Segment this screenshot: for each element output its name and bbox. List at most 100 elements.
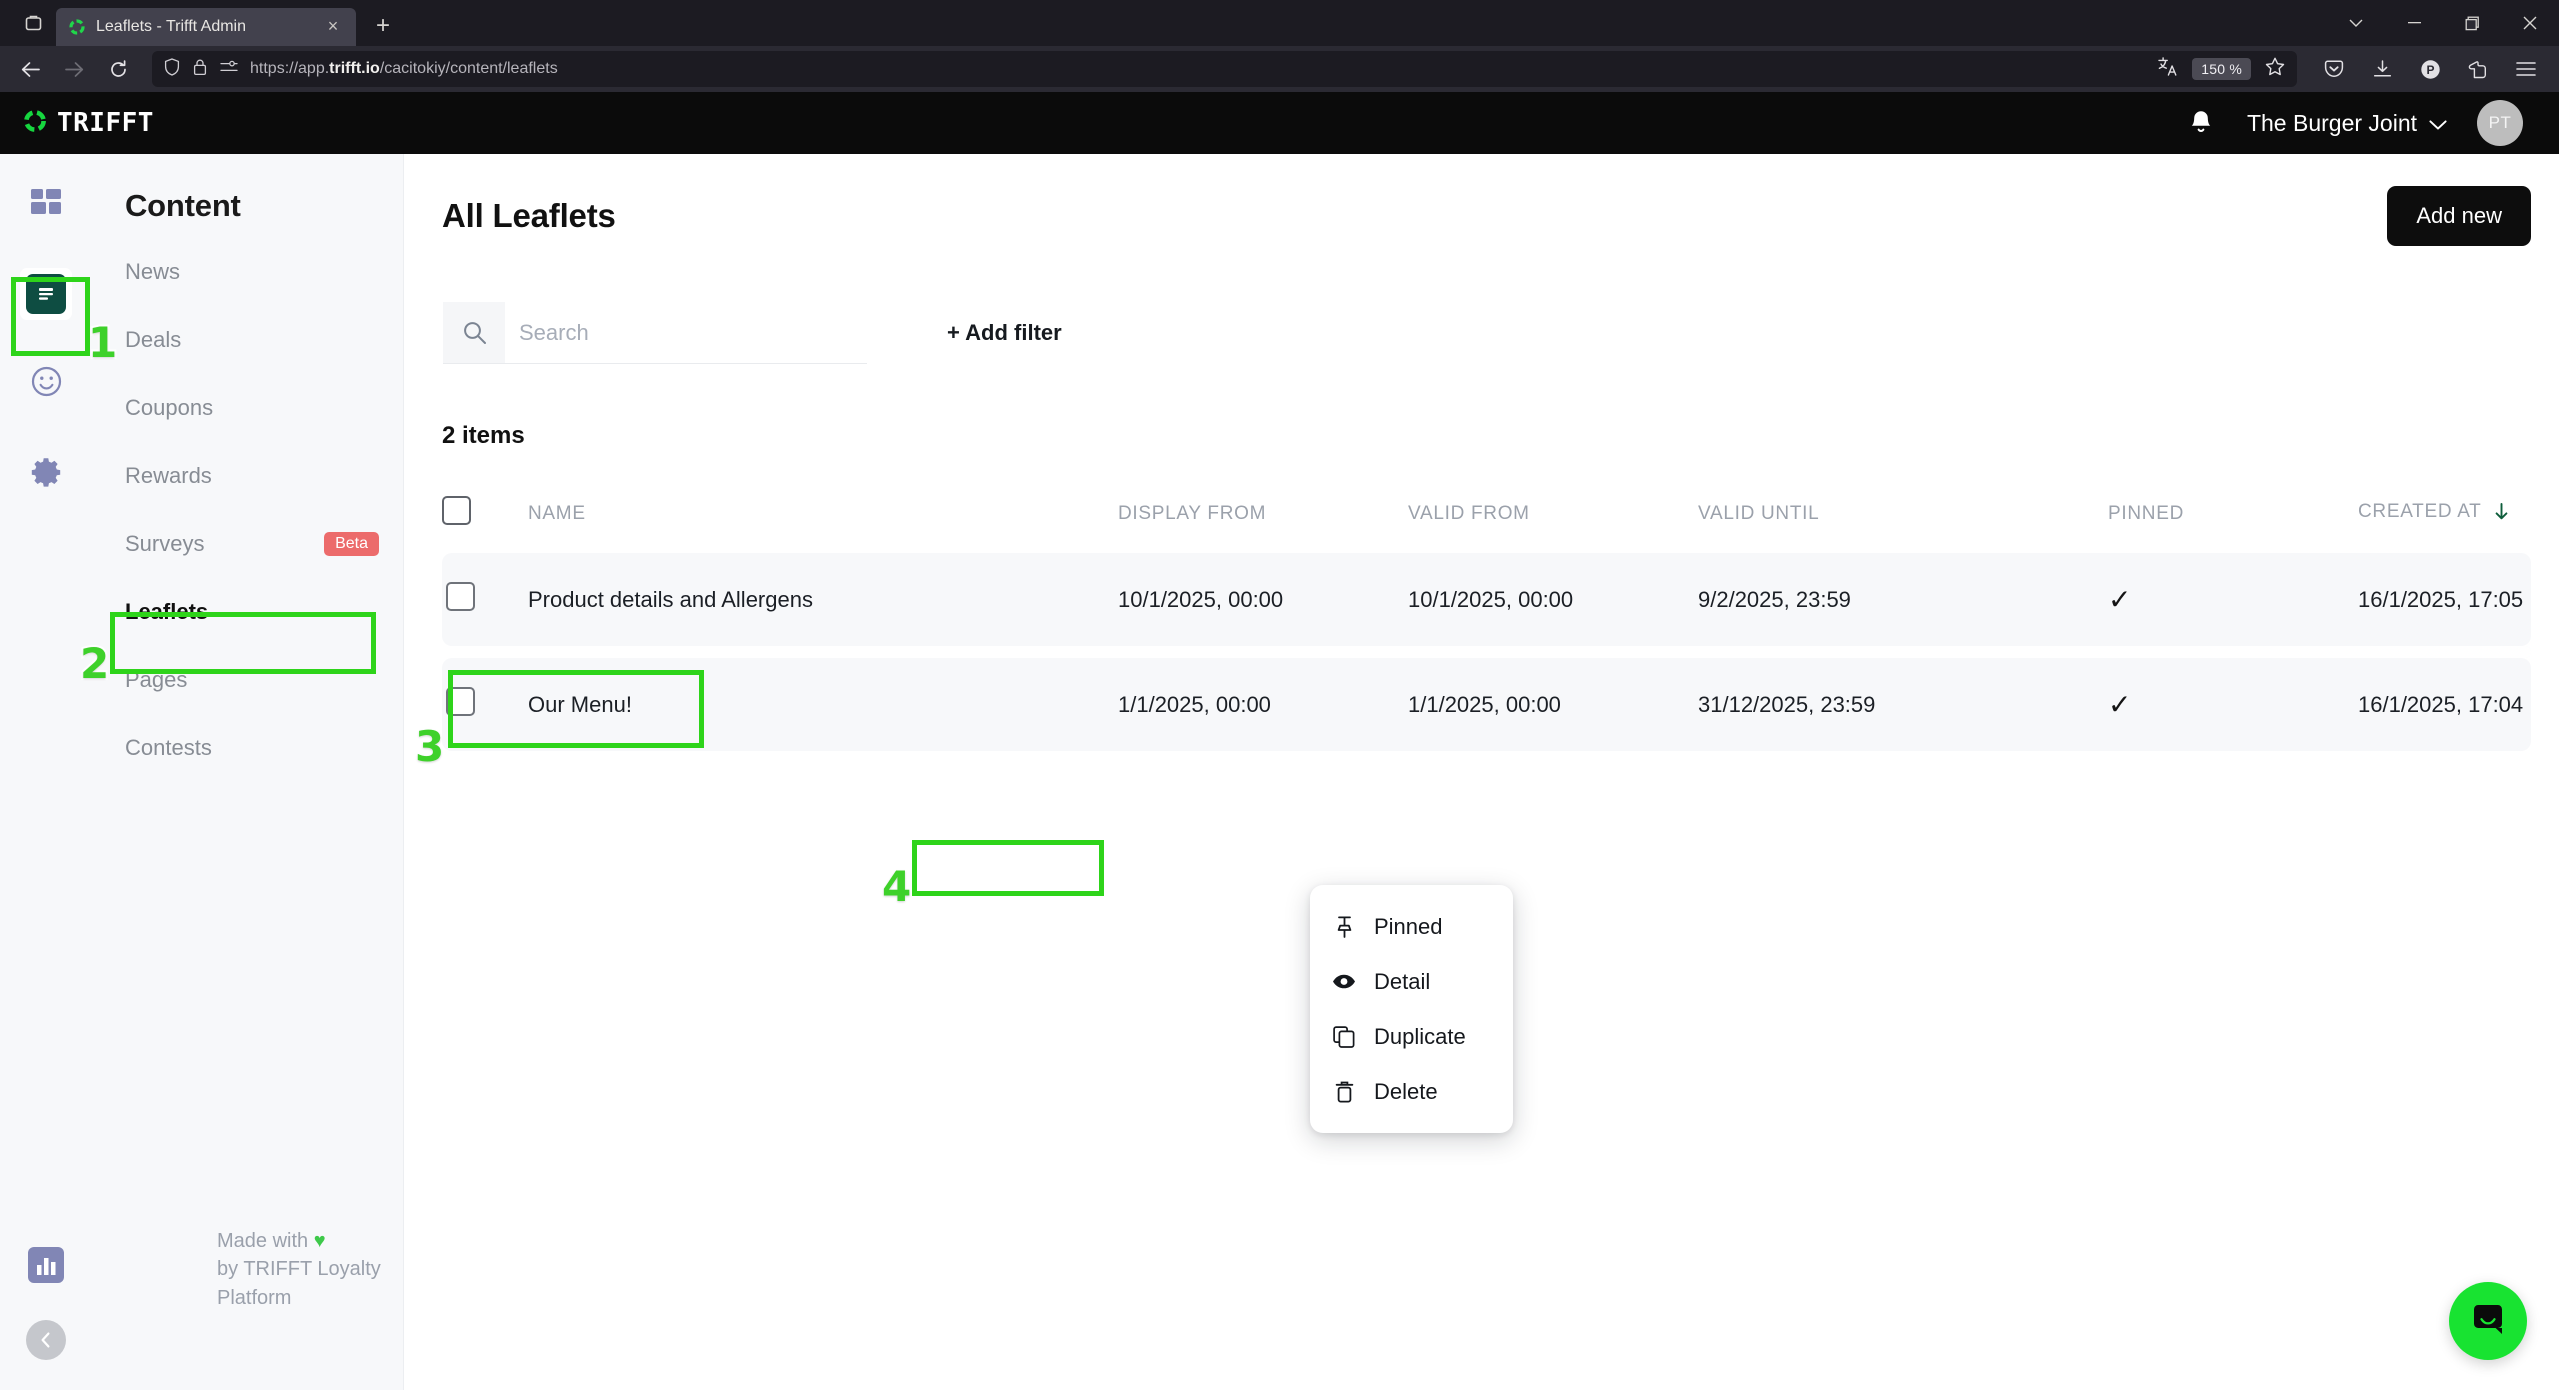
pocket-icon[interactable] [2315, 51, 2353, 87]
analytics-bar-icon [26, 1245, 66, 1290]
context-menu-item-duplicate[interactable]: Duplicate [1310, 1009, 1513, 1064]
sidebar-item-label: Contests [125, 735, 212, 761]
list-all-tabs-icon[interactable] [10, 0, 56, 46]
row-checkbox[interactable] [446, 582, 475, 611]
sidebar-item-surveys[interactable]: Surveys Beta [92, 510, 403, 578]
table-row[interactable]: Product details and Allergens 10/1/2025,… [442, 553, 2531, 646]
copy-icon [1332, 1026, 1356, 1048]
sidebar-item-leaflets[interactable]: Leaflets [92, 578, 403, 646]
column-header-created-at-label: CREATED AT [2358, 501, 2481, 522]
app-menu-icon[interactable] [2507, 51, 2545, 87]
sidebar-item-pages[interactable]: Pages [92, 646, 403, 714]
sidebar-item-label: Deals [125, 327, 181, 353]
window-close-icon[interactable] [2501, 0, 2559, 46]
shield-icon[interactable] [164, 58, 180, 81]
context-menu: Pinned Detail Duplicate [1310, 885, 1513, 1133]
sidebar-rail-analytics[interactable] [20, 1245, 72, 1290]
extensions-icon[interactable] [2459, 51, 2497, 87]
main-content: All Leaflets Add new + Add filter 2 item… [404, 154, 2559, 1390]
sidebar-item-contests[interactable]: Contests [92, 714, 403, 782]
tab-title: Leaflets - Trifft Admin [96, 18, 312, 36]
chat-widget-button[interactable] [2449, 1282, 2527, 1360]
page-title: All Leaflets [442, 197, 616, 235]
minimize-icon[interactable] [2385, 0, 2443, 46]
reload-icon[interactable] [98, 51, 138, 87]
permissions-icon[interactable] [220, 60, 238, 79]
column-header-valid-until[interactable]: VALID UNTIL [1698, 486, 2108, 553]
sidebar-item-label: News [125, 259, 180, 285]
items-count: 2 items [442, 422, 2531, 450]
context-menu-item-label: Pinned [1374, 914, 1443, 940]
filter-bar: + Add filter [442, 302, 2531, 364]
column-header-display-from[interactable]: DISPLAY FROM [1118, 486, 1408, 553]
row-checkbox[interactable] [446, 687, 475, 716]
gear-icon [31, 457, 61, 492]
zoom-level-badge[interactable]: 150 % [2192, 58, 2251, 80]
chevron-down-icon [2429, 110, 2447, 137]
annotation-number-1: 1 [88, 318, 117, 367]
browser-tab[interactable]: Leaflets - Trifft Admin × [56, 8, 356, 46]
tab-strip: Leaflets - Trifft Admin × + [0, 0, 2559, 46]
select-all-header [442, 486, 528, 553]
sidebar-item-coupons[interactable]: Coupons [92, 374, 403, 442]
add-filter-button[interactable]: + Add filter [947, 320, 1062, 346]
table-row[interactable]: Our Menu! 1/1/2025, 00:00 1/1/2025, 00:0… [442, 658, 2531, 751]
trash-icon [1332, 1081, 1356, 1103]
sidebar-item-rewards[interactable]: Rewards [92, 442, 403, 510]
lock-icon[interactable] [193, 58, 207, 81]
row-select-cell [442, 553, 528, 646]
trifft-admin-app: TRIFFT The Burger Joint PT [0, 92, 2559, 1390]
trifft-ring-icon [22, 108, 48, 139]
cell-valid-from: 1/1/2025, 00:00 [1408, 658, 1698, 751]
sidebar-item-news[interactable]: News [92, 238, 403, 306]
sidebar-rail-dashboard[interactable] [20, 178, 72, 230]
chevron-down-icon[interactable] [2327, 0, 2385, 46]
address-bar-actions: 150 % [2158, 57, 2285, 81]
sidebar-collapse-button[interactable] [20, 1320, 72, 1360]
sidebar-item-deals[interactable]: Deals [92, 306, 403, 374]
sidebar-nav: Content News Deals Coupons Rewards Surve [92, 154, 403, 1390]
context-menu-item-delete[interactable]: Delete [1310, 1064, 1513, 1119]
app-header: TRIFFT The Burger Joint PT [0, 92, 2559, 154]
sidebar-footer: Made with ♥ by TRIFFT Loyalty Platform [217, 1227, 403, 1312]
browser-tool-icons: P [2315, 51, 2549, 87]
chevron-left-icon [26, 1320, 66, 1360]
annotation-number-3: 3 [415, 722, 444, 771]
cell-display-from: 1/1/2025, 00:00 [1118, 658, 1408, 751]
notification-bell-icon[interactable] [2185, 107, 2217, 139]
bookmark-star-icon[interactable] [2265, 57, 2285, 81]
cell-name: Product details and Allergens [528, 553, 1118, 646]
column-header-name[interactable]: NAME [528, 486, 1118, 553]
context-menu-item-label: Duplicate [1374, 1024, 1466, 1050]
sidebar-rail-content[interactable] [20, 268, 72, 320]
trifft-logo[interactable]: TRIFFT [22, 108, 154, 139]
avatar[interactable]: PT [2477, 100, 2523, 146]
url-text: https://app.trifft.io/cacitokiy/content/… [250, 60, 2146, 78]
context-menu-item-pinned[interactable]: Pinned [1310, 899, 1513, 954]
translate-icon[interactable] [2158, 57, 2178, 81]
search-input[interactable] [505, 302, 867, 364]
back-arrow-icon[interactable] [10, 51, 50, 87]
profile-icon[interactable]: P [2411, 51, 2449, 87]
select-all-checkbox[interactable] [442, 496, 471, 525]
cell-display-from: 10/1/2025, 00:00 [1118, 553, 1408, 646]
tenant-switcher[interactable]: The Burger Joint [2247, 110, 2447, 137]
context-menu-item-detail[interactable]: Detail [1310, 954, 1513, 1009]
add-new-button[interactable]: Add new [2387, 186, 2531, 246]
window-controls [2327, 0, 2559, 46]
downloads-icon[interactable] [2363, 51, 2401, 87]
forward-arrow-icon[interactable] [54, 51, 94, 87]
new-tab-button[interactable]: + [364, 8, 402, 46]
annotation-number-2: 2 [80, 639, 109, 688]
sidebar-item-label: Leaflets [125, 599, 208, 625]
column-header-created-at[interactable]: CREATED AT [2358, 486, 2531, 553]
close-icon[interactable]: × [322, 16, 344, 38]
sidebar-rail-settings[interactable] [20, 448, 72, 500]
maximize-icon[interactable] [2443, 0, 2501, 46]
column-header-valid-from[interactable]: VALID FROM [1408, 486, 1698, 553]
sidebar-rail-engagement[interactable] [20, 358, 72, 410]
column-header-pinned[interactable]: PINNED [2108, 486, 2358, 553]
smiley-icon [31, 366, 62, 402]
page-header: All Leaflets Add new [442, 154, 2531, 246]
address-bar[interactable]: https://app.trifft.io/cacitokiy/content/… [152, 51, 2297, 87]
